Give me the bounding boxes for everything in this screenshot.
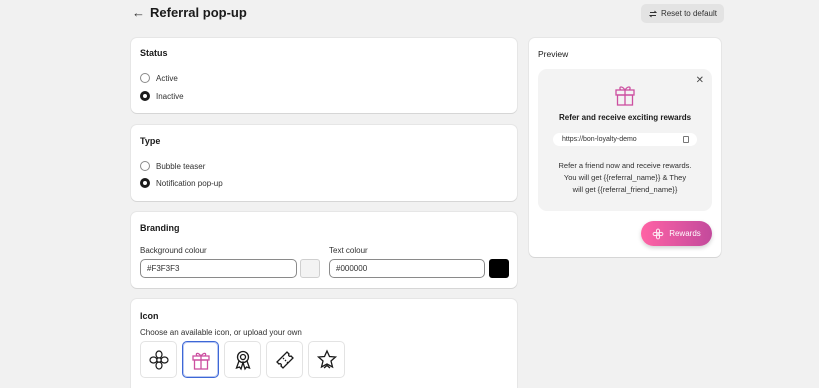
icon-choice-flower[interactable] — [140, 341, 177, 378]
type-bubble-teaser-radio[interactable]: Bubble teaser — [140, 161, 205, 171]
radio-circle-selected[interactable] — [140, 178, 150, 188]
type-notification-popup-label: Notification pop-up — [156, 178, 223, 188]
status-active-label: Active — [156, 73, 178, 83]
star-badge-icon — [316, 348, 337, 368]
background-colour-swatch[interactable] — [300, 259, 320, 278]
status-active-radio[interactable]: Active — [140, 73, 178, 83]
text-colour-swatch[interactable] — [489, 259, 509, 278]
award-ribbon-icon — [234, 350, 251, 370]
reset-to-default-button[interactable]: Reset to default — [640, 4, 724, 23]
icon-choice-ticket[interactable] — [266, 341, 303, 378]
branding-card: Branding Background colour #F3F3F3 Text … — [131, 212, 517, 288]
status-inactive-label: Inactive — [156, 91, 184, 101]
text-colour-input[interactable]: #000000 — [329, 259, 485, 278]
back-arrow-icon[interactable]: ← — [132, 6, 146, 20]
flower-icon — [148, 349, 169, 370]
type-notification-popup-radio[interactable]: Notification pop-up — [140, 178, 223, 188]
radio-circle[interactable] — [140, 73, 150, 83]
preview-title: Preview — [538, 49, 569, 59]
background-colour-label: Background colour — [140, 246, 207, 255]
ticket-icon — [275, 350, 294, 369]
icon-subtitle: Choose an available icon, or upload your… — [140, 328, 302, 337]
icon-card: Icon Choose an available icon, or upload… — [131, 299, 517, 388]
preview-body-line-2: You will get {{referral_name}} & They — [563, 173, 687, 182]
preview-body-line-3: will get {{referral_friend_name}} — [572, 185, 678, 194]
icon-choice-award[interactable] — [224, 341, 261, 378]
preview-body-line-1: Refer a friend now and receive rewards. — [558, 161, 692, 170]
icon-choice-star-badge[interactable] — [308, 341, 345, 378]
copy-icon[interactable] — [683, 136, 689, 143]
background-colour-input[interactable]: #F3F3F3 — [140, 259, 297, 278]
icon-title: Icon — [140, 311, 159, 321]
preview-card: Preview ✕ Refer and receive exciting rew… — [529, 38, 721, 257]
refresh-icon — [648, 10, 658, 17]
rewards-launcher-button[interactable]: Rewards — [641, 221, 712, 246]
status-card: Status Active Inactive — [131, 38, 517, 113]
gift-icon — [615, 86, 635, 106]
radio-circle[interactable] — [140, 161, 150, 171]
page-header: ← Referral pop-up Reset to default — [132, 4, 724, 24]
page-title: Referral pop-up — [150, 5, 247, 20]
branding-title: Branding — [140, 223, 180, 233]
text-colour-label: Text colour — [329, 246, 368, 255]
preview-popup: ✕ Refer and receive exciting rewards htt… — [538, 69, 712, 211]
reset-label: Reset to default — [660, 9, 717, 18]
type-bubble-teaser-label: Bubble teaser — [156, 161, 206, 171]
preview-url-field[interactable]: https://bon-loyalty-demo — [553, 133, 697, 146]
status-inactive-radio[interactable]: Inactive — [140, 91, 184, 101]
type-card: Type Bubble teaser Notification pop-up — [131, 125, 517, 201]
preview-body: Refer a friend now and receive rewards. … — [548, 160, 702, 196]
flower-icon — [652, 228, 664, 239]
gift-icon — [191, 352, 210, 370]
icon-choice-gift[interactable] — [182, 341, 219, 378]
status-title: Status — [140, 48, 168, 58]
preview-url-text: https://bon-loyalty-demo — [562, 136, 637, 143]
preview-heading: Refer and receive exciting rewards — [558, 113, 692, 122]
radio-circle-selected[interactable] — [140, 91, 150, 101]
type-title: Type — [140, 136, 161, 146]
rewards-button-label: Rewards — [669, 229, 701, 238]
close-icon[interactable]: ✕ — [696, 75, 704, 86]
